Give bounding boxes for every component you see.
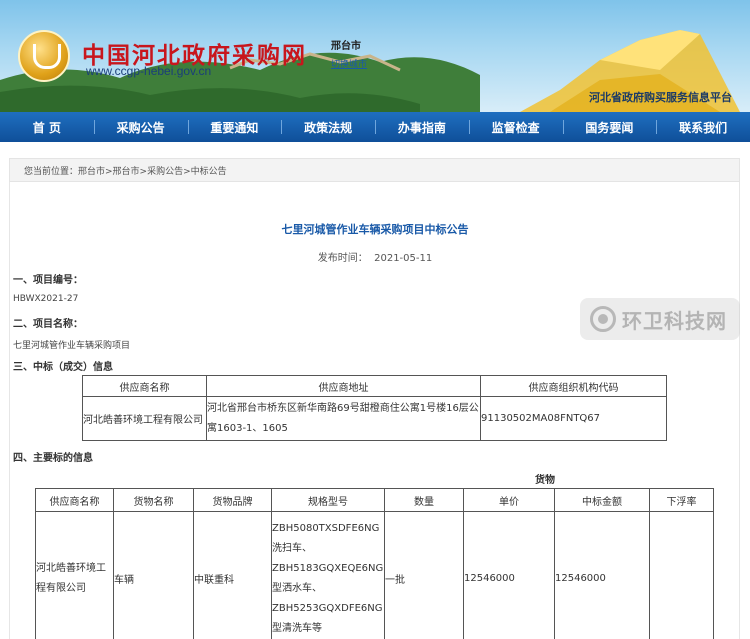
winner-address: 河北省邢台市桥东区新华南路69号甜橙商住公寓1号楼16层公寓1603-1、160… — [206, 396, 481, 441]
section-main-items: 四、主要标的信息 — [13, 453, 93, 464]
goods-name: 车辆 — [113, 511, 194, 639]
nav-important-notice[interactable]: 重要通知 — [187, 119, 282, 136]
watermark: 环卫科技网 — [580, 298, 740, 340]
model-line: 型清洗车等 — [272, 622, 322, 634]
nav-guide[interactable]: 办事指南 — [375, 119, 469, 136]
winner-code: 91130502MA08FNTQ67 — [480, 396, 667, 441]
nav-state-news[interactable]: 国务要闻 — [562, 119, 657, 136]
platform-name: 河北省政府购买服务信息平台 — [589, 91, 732, 104]
goods-supplier: 河北皓善环境工程有限公司 — [35, 511, 114, 639]
table-row: 河北皓善环境工程有限公司 车辆 中联重科 ZBH5080TXSDFE6NG 洗扫… — [35, 511, 714, 639]
winner-supplier: 河北皓善环境工程有限公司 — [82, 396, 207, 441]
goods-table-header: 供应商名称 货物名称 货物品牌 规格型号 数量 单价 中标金额 下浮率 — [35, 488, 714, 512]
publish-date: 发布时间： 2021-05-11 — [0, 249, 750, 264]
site-url: www.ccgp-hebei.gov.cn — [86, 64, 212, 78]
goods-quantity: 一批 — [384, 511, 464, 639]
goods-brand: 中联重科 — [193, 511, 272, 639]
th-supplier-code: 供应商组织机构代码 — [480, 375, 667, 397]
section-project-name: 二、项目名称： — [13, 319, 83, 330]
th-model: 规格型号 — [271, 488, 385, 512]
th-goods-name: 货物名称 — [113, 488, 194, 512]
site-banner: 中国河北政府采购网 www.ccgp-hebei.gov.cn 邢台市 切换城市… — [0, 0, 750, 112]
th-supplier-address: 供应商地址 — [206, 375, 481, 397]
project-number: HBWX2021-27 — [13, 294, 79, 304]
model-line: ZBH5253GQXDFE6NG — [272, 602, 383, 614]
model-line: 型洒水车、 — [272, 582, 322, 594]
th-supplier-name: 供应商名称 — [82, 375, 207, 397]
publish-label: 发布时间： — [317, 253, 368, 264]
th-brand: 货物品牌 — [193, 488, 272, 512]
goods-model: ZBH5080TXSDFE6NG 洗扫车、 ZBH5183GQXEQE6NG 型… — [271, 511, 385, 639]
model-line: ZBH5080TXSDFE6NG — [272, 522, 380, 534]
switch-city-link[interactable]: 切换城市 — [331, 57, 367, 70]
section-winner-info: 三、中标（成交）信息 — [13, 362, 113, 373]
section-project-number: 一、项目编号： — [13, 275, 83, 286]
th-quantity: 数量 — [384, 488, 464, 512]
th-unit-price: 单价 — [463, 488, 555, 512]
model-line: 洗扫车、 — [272, 542, 312, 554]
model-line: ZBH5183GQXEQE6NG — [272, 562, 384, 574]
watermark-logo-icon — [590, 306, 616, 332]
watermark-text: 环卫科技网 — [622, 308, 727, 333]
nav-supervision[interactable]: 监督检查 — [468, 119, 563, 136]
winner-table-header: 供应商名称 供应商地址 供应商组织机构代码 — [82, 375, 667, 397]
main-nav: 首 页 采购公告 重要通知 政策法规 办事指南 监督检查 国务要闻 联系我们 — [0, 112, 750, 142]
goods-unit-price: 12546000 — [463, 511, 555, 639]
nav-policies[interactable]: 政策法规 — [281, 119, 375, 136]
goods-float-rate — [649, 511, 714, 639]
current-city: 邢台市 — [331, 41, 361, 52]
project-name: 七里河城管作业车辆采购项目 — [13, 341, 131, 351]
breadcrumb-text[interactable]: 您当前位置：邢台市>邢台市>采购公告>中标公告 — [24, 164, 227, 177]
winner-table: 供应商名称 供应商地址 供应商组织机构代码 河北皓善环境工程有限公司 河北省邢台… — [82, 375, 667, 441]
goods-table: 供应商名称 货物名称 货物品牌 规格型号 数量 单价 中标金额 下浮率 河北皓善… — [35, 488, 714, 639]
table-row: 河北皓善环境工程有限公司 河北省邢台市桥东区新华南路69号甜橙商住公寓1号楼16… — [82, 396, 667, 441]
goods-amount: 12546000 — [554, 511, 650, 639]
article-title: 七里河城管作业车辆采购项目中标公告 — [281, 223, 469, 236]
th-float-rate: 下浮率 — [649, 488, 714, 512]
nav-home[interactable]: 首 页 — [0, 119, 94, 136]
goods-group-label: 货物 — [535, 475, 555, 486]
publish-date-value: 2021-05-11 — [374, 253, 433, 264]
th-amount: 中标金额 — [554, 488, 650, 512]
logo-emblem-icon — [18, 30, 70, 82]
nav-procurement-notice[interactable]: 采购公告 — [93, 119, 188, 136]
th-supplier: 供应商名称 — [35, 488, 114, 512]
breadcrumb: 您当前位置：邢台市>邢台市>采购公告>中标公告 — [9, 158, 740, 182]
nav-contact[interactable]: 联系我们 — [656, 119, 750, 136]
